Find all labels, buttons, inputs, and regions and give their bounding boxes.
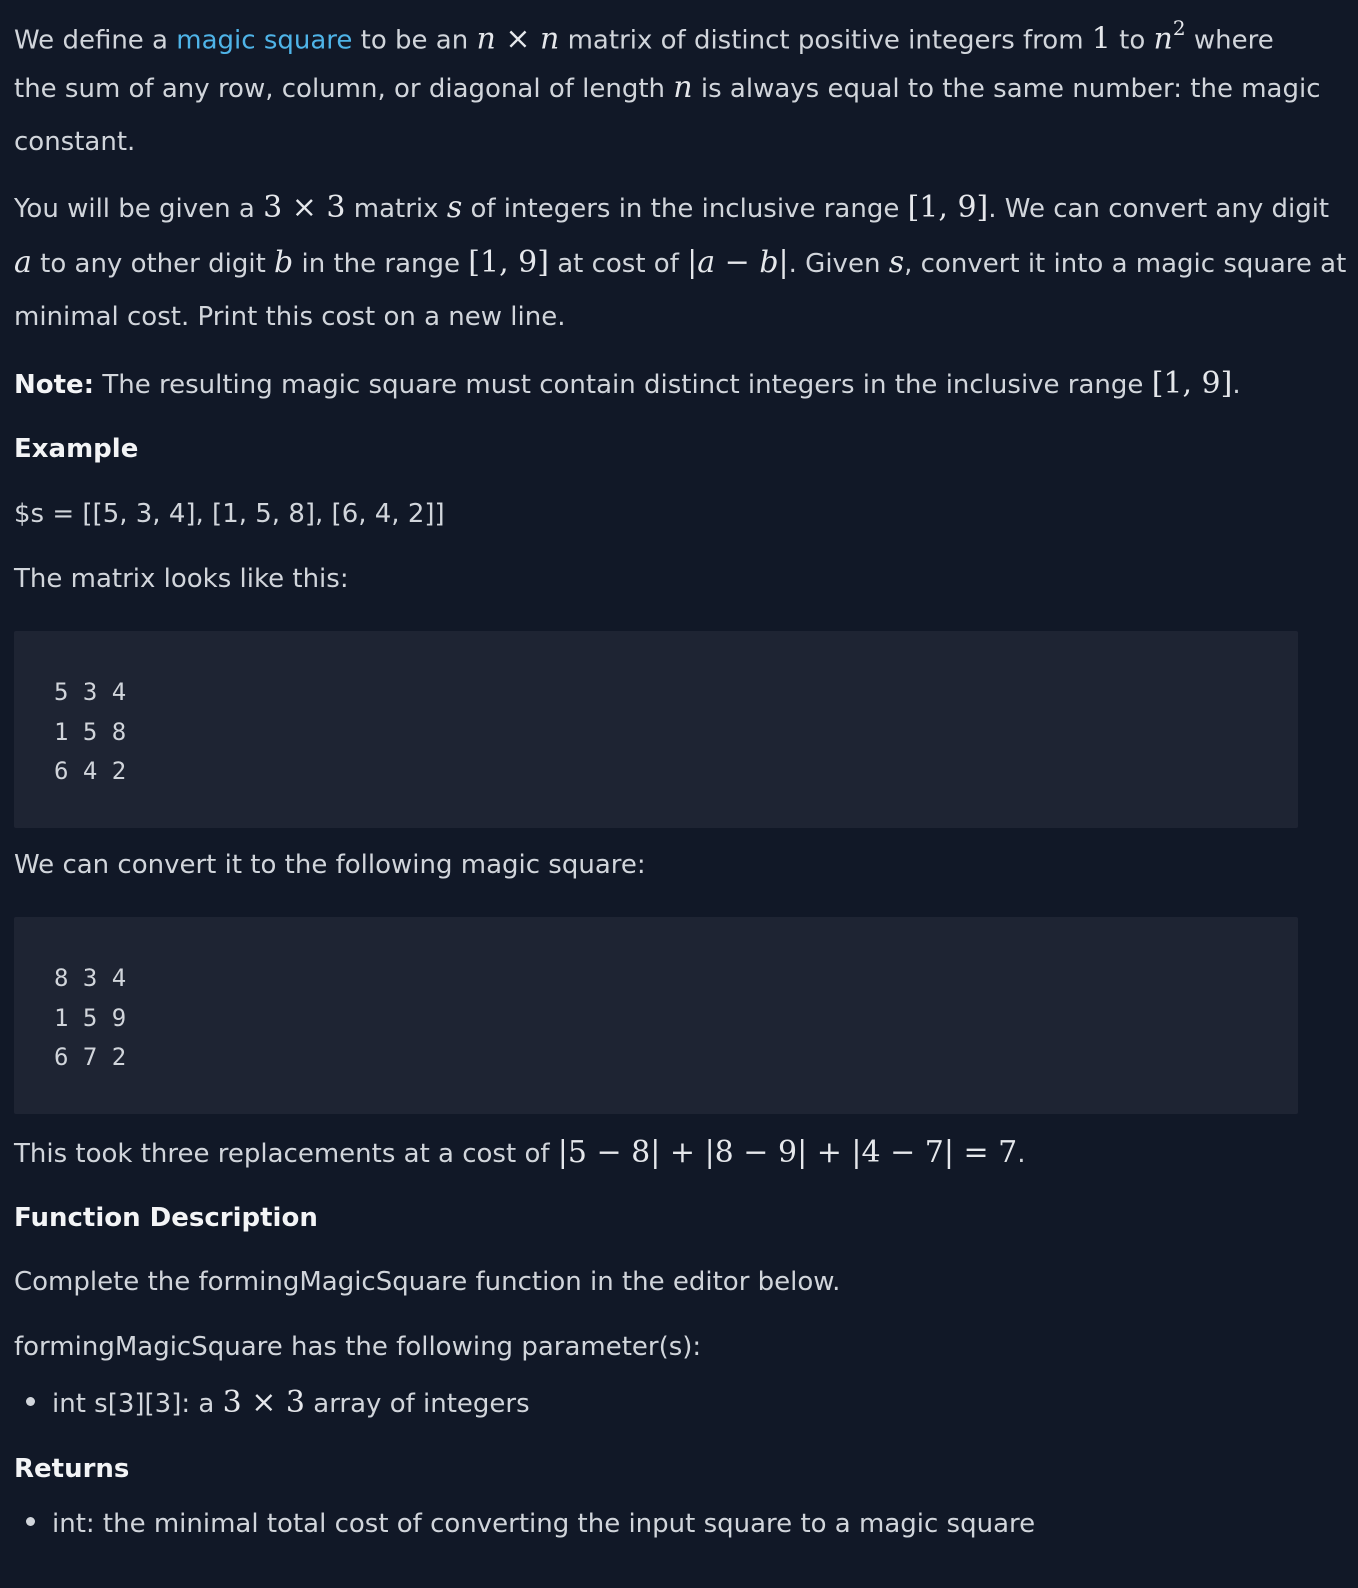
returns-text: int: the minimal total cost of convertin…: [52, 1509, 1036, 1539]
math-three: 3: [263, 190, 283, 225]
param-list-item: int s[3][3]: a 3 × 3 array of integers: [26, 1378, 530, 1429]
math-range: [1, 9]: [1151, 366, 1233, 401]
given-line-3: minimal cost. Print this cost on a new l…: [14, 302, 566, 332]
intro-line-2: the sum of any row, column, or diagonal …: [14, 60, 1321, 117]
param-text: array of integers: [305, 1389, 530, 1419]
math-cost-expr: |5 − 8| + |8 − 9| + |4 − 7| = 7: [557, 1135, 1018, 1170]
math-n: n: [1153, 21, 1173, 57]
complete-text: Complete the formingMagicSquare function…: [14, 1267, 841, 1297]
intro-text: matrix of distinct positive integers fro…: [559, 25, 1092, 56]
given-line-1: You will be given a 3 × 3 matrix s of in…: [14, 180, 1329, 237]
math-b: b: [274, 245, 294, 280]
math-s: s: [888, 245, 905, 280]
math-range: [1, 9]: [468, 245, 549, 280]
math-one: 1: [1091, 21, 1111, 57]
given-text: . Given: [788, 249, 889, 279]
example-s: $s = [[5, 3, 4], [1, 5, 8], [6, 4, 2]]: [14, 499, 445, 529]
intro-text: where: [1185, 25, 1274, 56]
math-n: n: [673, 70, 693, 105]
matrix-code-block: 5 3 4 1 5 8 6 4 2: [14, 631, 1298, 828]
intro-text: to be an: [352, 25, 477, 56]
math-times: ×: [241, 1385, 286, 1420]
math-three: 3: [285, 1385, 305, 1420]
param-text: int s[3][3]: a: [52, 1389, 223, 1419]
math-s: s: [446, 190, 463, 225]
magic-square-link[interactable]: magic square: [176, 26, 352, 56]
returns-list-item: int: the minimal total cost of convertin…: [26, 1499, 1035, 1549]
intro-text: to: [1110, 25, 1154, 56]
note-text: The resulting magic square must contain …: [94, 370, 1152, 400]
math-times: ×: [495, 21, 541, 57]
note-end: .: [1232, 370, 1241, 400]
function-heading: Function Description: [14, 1203, 318, 1233]
cost-line: This took three replacements at a cost o…: [14, 1125, 1314, 1182]
given-text: , convert it into a magic square at: [904, 249, 1347, 279]
given-text: at cost of: [548, 249, 688, 279]
matrix-intro: The matrix looks like this:: [14, 564, 349, 594]
intro-line-3: constant.: [14, 127, 136, 157]
math-times: ×: [282, 190, 327, 225]
bullet-icon: [26, 1397, 35, 1406]
matrix-code: 5 3 4 1 5 8 6 4 2: [54, 678, 127, 785]
bullet-icon: [26, 1517, 35, 1526]
math-range: [1, 9]: [907, 190, 989, 225]
math-a: a: [14, 245, 32, 280]
intro-text: is always equal to the same number: the …: [692, 74, 1321, 104]
math-n: n: [540, 21, 560, 57]
params-text: formingMagicSquare has the following par…: [14, 1332, 702, 1362]
magic-code: 8 3 4 1 5 9 6 7 2: [54, 964, 127, 1071]
given-text: . We can convert any digit: [988, 194, 1330, 224]
convert-intro: We can convert it to the following magic…: [14, 850, 646, 880]
given-line-2: a to any other digit b in the range [1, …: [14, 235, 1346, 292]
note-label: Note:: [14, 370, 95, 400]
given-text: You will be given a: [14, 194, 264, 224]
example-heading: Example: [14, 434, 139, 464]
math-exponent: 2: [1172, 16, 1186, 40]
math-three: 3: [222, 1385, 242, 1420]
given-text: of integers in the inclusive range: [462, 194, 908, 224]
returns-heading: Returns: [14, 1454, 130, 1484]
intro-text: the sum of any row, column, or diagonal …: [14, 74, 674, 104]
math-three: 3: [326, 190, 346, 225]
math-n: n: [476, 21, 496, 57]
intro-text: We define a: [14, 25, 177, 56]
given-text: in the range: [293, 249, 469, 279]
given-text: matrix: [345, 194, 447, 224]
cost-text: This took three replacements at a cost o…: [14, 1139, 558, 1169]
magic-code-block: 8 3 4 1 5 9 6 7 2: [14, 917, 1298, 1114]
note-line: Note: The resulting magic square must co…: [14, 356, 1314, 413]
cost-end: .: [1017, 1139, 1026, 1169]
math-abs-ab: |a − b|: [687, 245, 789, 280]
given-text: to any other digit: [31, 249, 275, 279]
